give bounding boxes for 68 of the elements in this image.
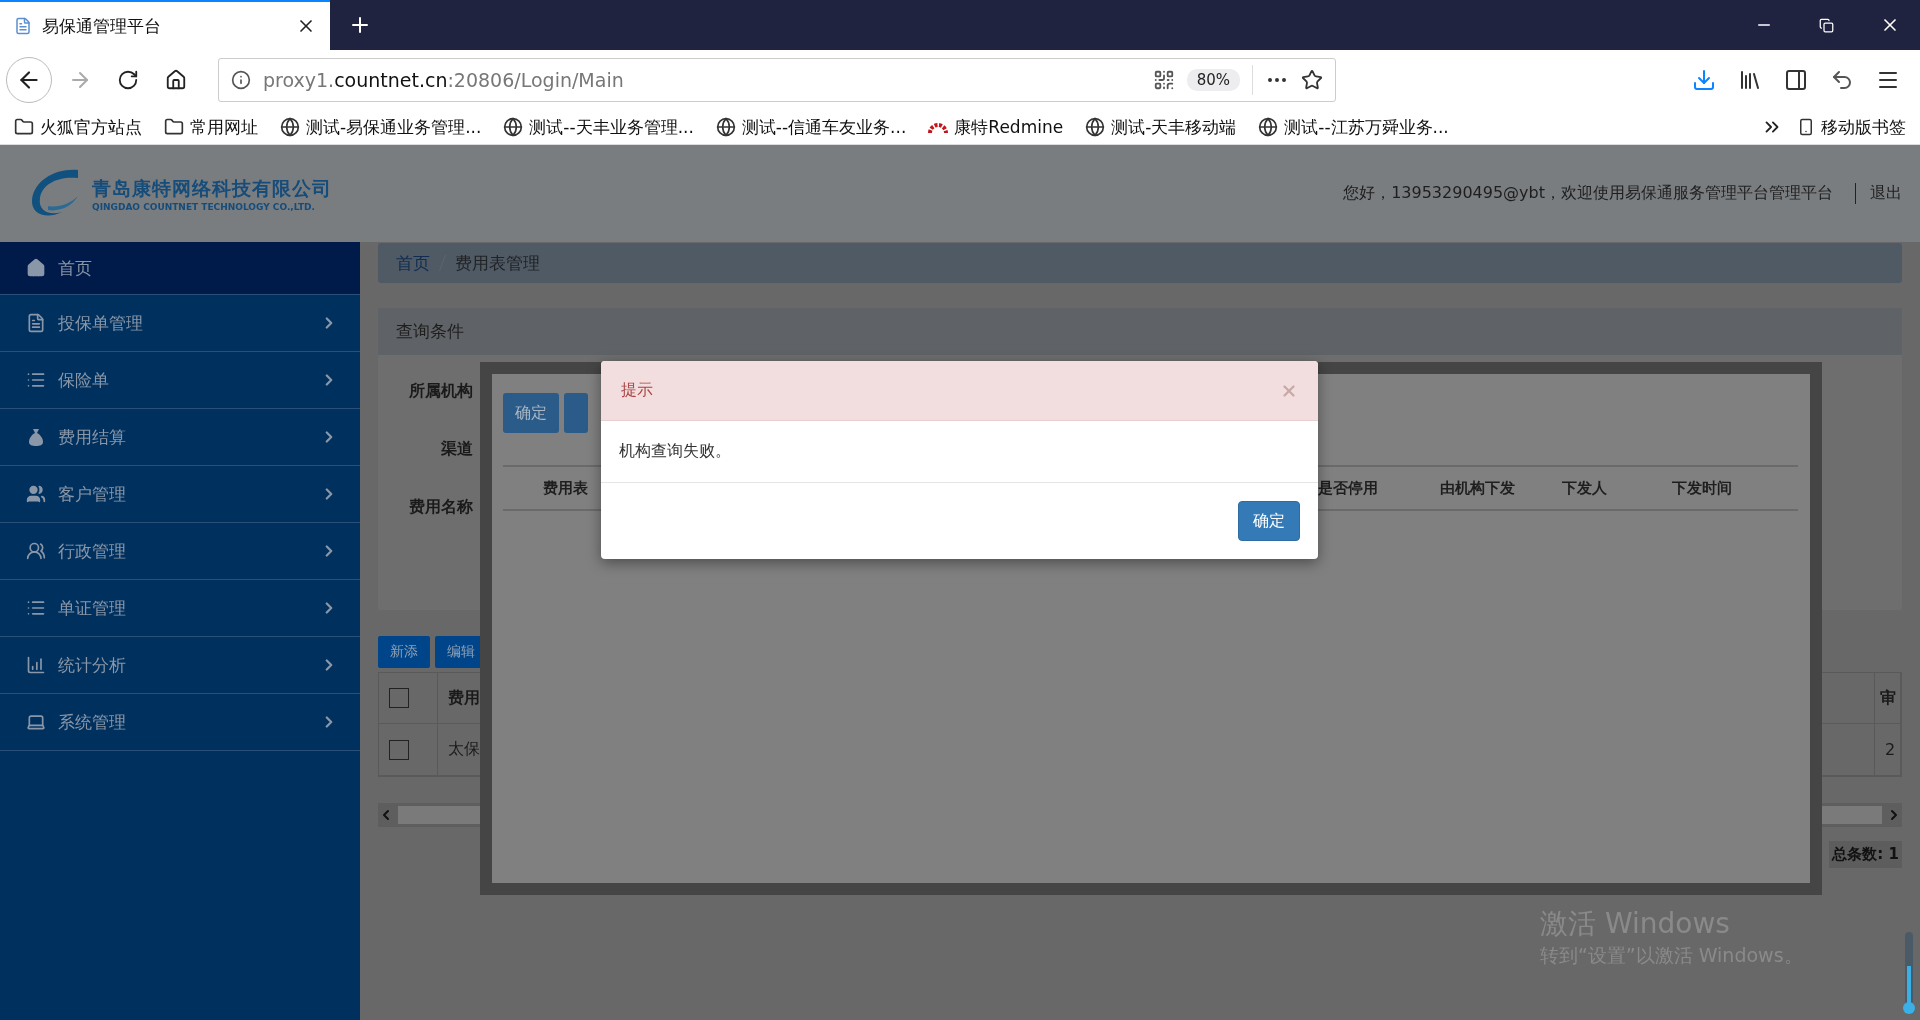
toolbar-button[interactable]: 新添 — [378, 636, 430, 668]
page-icon — [14, 17, 32, 35]
company-name: 青岛康特网络科技有限公司 — [92, 175, 332, 201]
bookmark-link[interactable]: 康特Redmine — [954, 115, 1064, 139]
folder-icon — [14, 117, 34, 137]
laptop-icon — [26, 712, 46, 732]
dialog-title: 提示 — [621, 380, 654, 401]
browser-tab[interactable]: 易保通管理平台 — [0, 0, 330, 50]
home-icon — [26, 258, 46, 278]
bookmark-link[interactable]: 火狐官方站点 — [40, 115, 142, 139]
bookmark-link[interactable]: 测试--天丰业务管理... — [529, 115, 694, 139]
undo-icon[interactable] — [1830, 68, 1854, 92]
confirm-button[interactable]: 确定 — [503, 393, 559, 433]
column-header: 下发人 — [1562, 478, 1608, 498]
column-header: 审 — [1875, 673, 1901, 724]
download-icon[interactable] — [1692, 68, 1716, 92]
globe-icon — [715, 117, 736, 137]
checkbox[interactable] — [389, 739, 409, 760]
arc-icon — [928, 120, 949, 134]
ok-button[interactable]: 确定 — [1238, 501, 1300, 541]
tab-title: 易保通管理平台 — [42, 14, 162, 38]
column-header: 下发时间 — [1672, 478, 1733, 498]
globe-icon — [503, 117, 524, 137]
thermometer-icon — [1902, 930, 1916, 1016]
field-label: 费用名称 — [409, 497, 473, 518]
panel-title: 查询条件 — [378, 308, 1902, 355]
money-bag-icon — [26, 427, 46, 447]
bookmark-link[interactable]: 测试-天丰移动端 — [1111, 115, 1237, 139]
url-text: proxy1.countnet.cn:20806/Login/Main — [263, 69, 625, 91]
globe-icon — [1085, 117, 1106, 137]
globe-icon — [1258, 117, 1279, 137]
restore-icon[interactable] — [1819, 17, 1834, 33]
bookmark-link[interactable]: 测试--信通车友业务... — [741, 115, 907, 139]
library-icon[interactable] — [1738, 68, 1762, 92]
zoom-badge[interactable]: 80% — [1186, 69, 1240, 91]
sidebar-item[interactable]: 首页 — [0, 242, 360, 295]
column-header: 是否停用 — [1318, 478, 1379, 498]
sidebar-icon[interactable] — [1784, 68, 1808, 92]
field-label: 所属机构 — [409, 381, 473, 402]
reload-icon[interactable] — [117, 69, 139, 91]
bookmark-link[interactable]: 测试--江苏万舜业务... — [1284, 115, 1449, 139]
address-bar[interactable]: proxy1.countnet.cn:20806/Login/Main 80% — [218, 58, 1336, 102]
table-cell: 2 — [1875, 724, 1901, 776]
qr-code-icon[interactable] — [1152, 69, 1175, 91]
phone-icon — [1797, 118, 1815, 136]
home-icon[interactable] — [165, 69, 187, 91]
bookmark-link[interactable]: 测试-易保通业务管理... — [306, 115, 482, 139]
column-header: 由机构下发 — [1440, 478, 1516, 498]
users-icon — [26, 484, 46, 504]
dialog-message: 机构查询失败。 — [601, 421, 1318, 483]
list-icon — [26, 598, 46, 618]
field-label: 渠道 — [441, 439, 473, 460]
total-count: 总条数: 1 — [1829, 841, 1902, 868]
folder-icon — [164, 117, 184, 137]
checkbox[interactable] — [389, 688, 409, 708]
bookmark-link[interactable]: 常用网址 — [190, 115, 258, 139]
globe-icon — [280, 117, 300, 137]
greeting-text: 您好，13953290495@ybt，欢迎使用易保通服务管理平台管理平台 — [1343, 183, 1833, 204]
info-icon[interactable] — [231, 70, 251, 90]
star-icon[interactable] — [1301, 69, 1323, 91]
bookmark-link[interactable]: 移动版书签 — [1821, 115, 1906, 139]
group-icon — [26, 541, 46, 561]
column-header: 费用表 — [542, 478, 589, 498]
company-english-name: QINGDAO COUNTNET TECHNOLOGY CO.,LTD. — [92, 201, 316, 212]
logout-link[interactable]: 退出 — [1855, 183, 1902, 204]
document-icon — [26, 313, 46, 333]
chart-icon — [26, 655, 46, 675]
list-icon — [26, 370, 46, 390]
